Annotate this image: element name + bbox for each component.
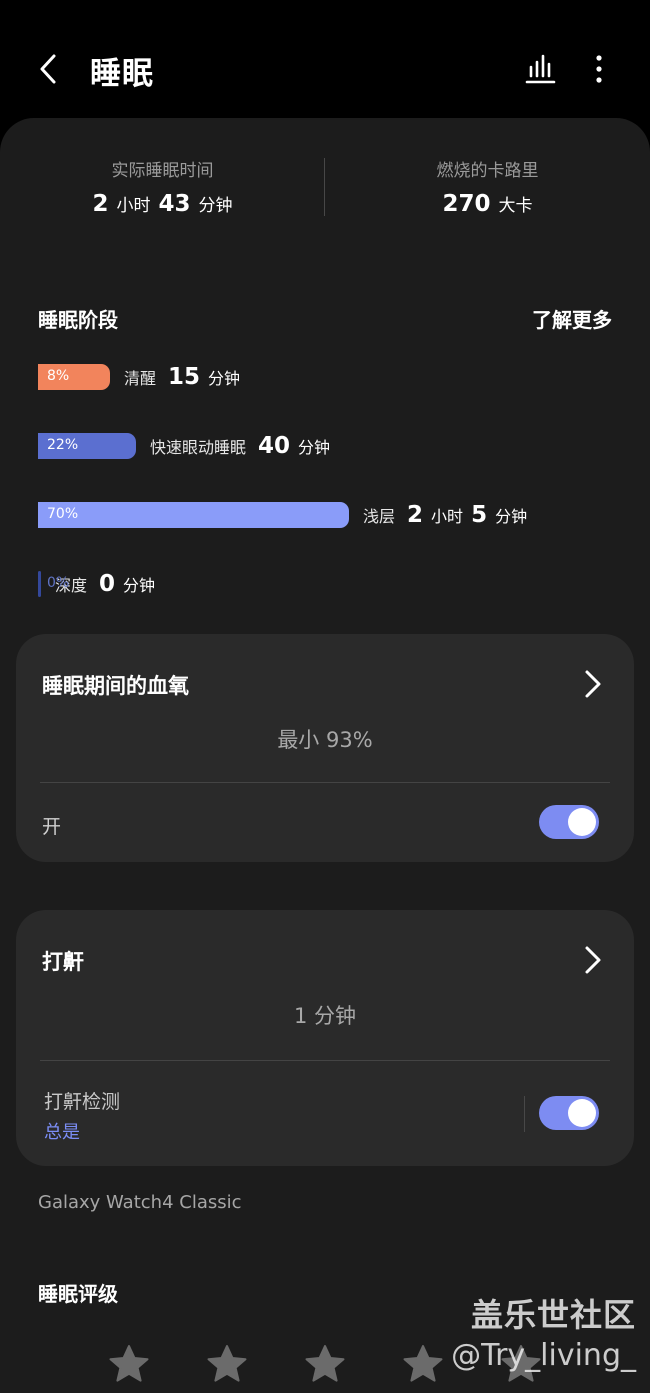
- vertical-divider: [524, 1096, 525, 1132]
- stage-bar-deep: 0%: [38, 571, 69, 597]
- stage-percent: 22%: [47, 437, 79, 453]
- calories-stat: 燃烧的卡路里 270 大卡: [325, 156, 650, 217]
- watermark-community: 盖乐世社区: [470, 1296, 636, 1334]
- page-title: 睡眠: [90, 56, 154, 92]
- actual-sleep-value: 2 小时 43 分钟: [92, 191, 233, 217]
- blood-oxygen-title: 睡眠期间的血氧: [42, 674, 189, 698]
- stage-duration: 15 分钟: [168, 364, 241, 390]
- star-icon[interactable]: [304, 1344, 346, 1384]
- app-header: 睡眠: [0, 0, 650, 118]
- blood-oxygen-value: 最小 93%: [277, 728, 373, 752]
- stage-deep: 0% 深度 0 分钟: [38, 569, 155, 599]
- calories-value: 270 大卡: [442, 191, 533, 217]
- stage-rem: 22% 快速眼动睡眠 40 分钟: [38, 431, 330, 461]
- stage-awake: 8% 清醒 15 分钟: [38, 362, 240, 392]
- stage-bar-light: 70%: [38, 502, 349, 528]
- chevron-right-icon[interactable]: [582, 668, 604, 700]
- more-options-icon[interactable]: [584, 50, 614, 88]
- star-icon[interactable]: [108, 1344, 150, 1384]
- sleep-rating-title: 睡眠评级: [38, 1282, 118, 1306]
- snoring-value: 1 分钟: [293, 1004, 357, 1028]
- snore-detection-label: 打鼾检测: [44, 1091, 121, 1113]
- bar-chart-icon[interactable]: [522, 50, 560, 88]
- stage-label: 快速眼动睡眠: [150, 438, 247, 457]
- snore-detection-setting[interactable]: 总是: [44, 1118, 80, 1144]
- snore-detection-toggle[interactable]: [539, 1096, 599, 1130]
- star-icon[interactable]: [206, 1344, 248, 1384]
- stage-duration: 0 分钟: [99, 571, 156, 597]
- card-divider: [40, 782, 610, 783]
- stage-bar-rem: 22%: [38, 433, 136, 459]
- watermark-handle: @Try_living_: [451, 1338, 636, 1373]
- sleep-detail-panel: 实际睡眠时间 2 小时 43 分钟 燃烧的卡路里 270 大卡 睡眠阶段 了解更…: [0, 118, 650, 1393]
- actual-sleep-stat: 实际睡眠时间 2 小时 43 分钟: [0, 156, 325, 217]
- chevron-right-icon[interactable]: [582, 944, 604, 976]
- sleep-stages-title: 睡眠阶段: [38, 308, 118, 332]
- stage-duration: 40 分钟: [258, 433, 331, 459]
- stage-light: 70% 浅层 2 小时 5 分钟: [38, 500, 527, 530]
- sleep-summary: 实际睡眠时间 2 小时 43 分钟 燃烧的卡路里 270 大卡: [0, 118, 650, 238]
- stage-label: 浅层: [363, 507, 396, 526]
- stage-percent: 8%: [47, 368, 70, 384]
- snoring-card[interactable]: 打鼾 1 分钟 打鼾检测 总是: [16, 910, 634, 1166]
- toggle-knob: [568, 1099, 596, 1127]
- blood-oxygen-card[interactable]: 睡眠期间的血氧 最小 93% 开: [16, 634, 634, 862]
- toggle-knob: [568, 808, 596, 836]
- actual-sleep-label: 实际睡眠时间: [111, 161, 214, 181]
- star-icon[interactable]: [402, 1344, 444, 1384]
- blood-oxygen-toggle-label: 开: [42, 816, 62, 838]
- card-divider: [40, 1060, 610, 1061]
- learn-more-link[interactable]: 了解更多: [532, 304, 612, 333]
- device-name: Galaxy Watch4 Classic: [38, 1192, 242, 1213]
- stage-percent: 70%: [47, 506, 79, 522]
- blood-oxygen-toggle[interactable]: [539, 805, 599, 839]
- snoring-title: 打鼾: [42, 950, 84, 974]
- back-arrow-icon[interactable]: [34, 50, 64, 88]
- stage-percent: 0%: [47, 575, 70, 591]
- stage-label: 清醒: [124, 369, 157, 388]
- stage-duration: 2 小时 5 分钟: [407, 502, 528, 528]
- stage-bar-awake: 8%: [38, 364, 110, 390]
- calories-label: 燃烧的卡路里: [436, 161, 539, 181]
